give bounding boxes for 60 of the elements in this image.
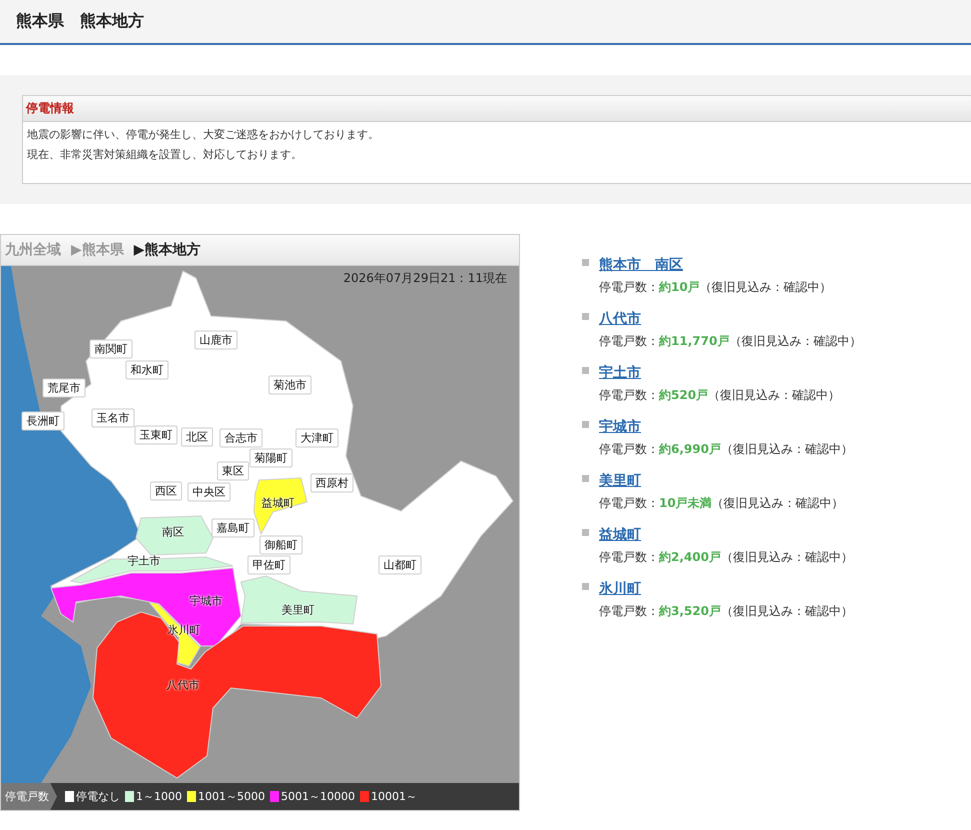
municipality-area[interactable] <box>254 477 308 536</box>
municipality-area[interactable]: 西区 <box>150 482 182 500</box>
notice-text: 現在、非常災害対策組織を設置し、対応しております。 <box>27 147 303 163</box>
municipality-area[interactable]: 甲佐町 <box>248 556 290 574</box>
legend-label: 1～1000 <box>136 789 182 804</box>
bullet-icon <box>582 421 589 428</box>
municipality-area[interactable]: 合志市 <box>220 428 262 448</box>
area-link[interactable]: 宇土市 <box>599 365 641 381</box>
municipality-area[interactable]: 玉東町 <box>134 426 178 444</box>
legend-title: 停電戸数 <box>1 783 57 810</box>
municipality-area[interactable]: 北区 <box>181 428 213 446</box>
municipality-area[interactable]: 菊陽町 <box>250 448 292 468</box>
municipality-area[interactable]: 南関町 <box>90 340 132 358</box>
area-link[interactable]: 八代市 <box>599 311 641 327</box>
breadcrumb-link[interactable]: ▶熊本地方 <box>134 241 201 259</box>
outage-count-text: 停電戸数：約10戸（復旧見込み：確認中） <box>599 279 832 296</box>
notice-text: 地震の影響に伴い、停電が発生し、大変ご迷惑をおかけしております。 <box>27 127 380 143</box>
municipality-area[interactable]: 菊池市 <box>268 376 312 394</box>
municipality-area[interactable]: 山鹿市 <box>194 330 238 350</box>
legend-label: 停電なし <box>76 789 120 804</box>
municipality-label: 宇城市 <box>190 594 222 608</box>
bullet-icon <box>582 583 589 590</box>
municipality-area[interactable]: 中央区 <box>188 482 230 502</box>
municipality-label: 宇土市 <box>128 554 160 568</box>
municipality-area[interactable]: 山都町 <box>378 556 422 574</box>
outage-count-text: 停電戸数：約2,400戸（復旧見込み：確認中） <box>599 549 853 566</box>
municipality-area[interactable]: 荒尾市 <box>42 378 86 398</box>
legend-label: 1001～5000 <box>198 789 265 804</box>
bullet-icon <box>582 529 589 536</box>
municipality-label: 益城町 <box>262 496 294 510</box>
municipality-area[interactable]: 西原村 <box>310 474 354 492</box>
bullet-icon <box>582 259 589 266</box>
area-link[interactable]: 宇城市 <box>599 419 641 435</box>
timestamp: 2026年07月29日21：11現在 <box>343 270 507 287</box>
outage-count-text: 停電戸数：約520戸（復旧見込み：確認中） <box>599 387 840 404</box>
municipality-area[interactable]: 大津町 <box>296 428 338 448</box>
outage-count-text: 停電戸数：10戸未満（復旧見込み：確認中） <box>599 495 844 512</box>
area-link[interactable]: 益城町 <box>599 527 641 543</box>
area-link[interactable]: 熊本市 南区 <box>599 257 683 273</box>
outage-count-text: 停電戸数：約3,520戸（復旧見込み：確認中） <box>599 603 853 620</box>
municipality-area[interactable]: 玉名市 <box>92 408 134 428</box>
municipality-area[interactable]: 御船町 <box>260 536 302 554</box>
notice-title: 停電情報 <box>23 96 971 122</box>
municipality-label: 八代市 <box>166 678 200 692</box>
page-title: 熊本県 熊本地方 <box>16 11 144 32</box>
legend-label: 5001～10000 <box>281 789 355 804</box>
bullet-icon <box>582 313 589 320</box>
area-link[interactable]: 氷川町 <box>599 581 641 597</box>
legend-label: 10001～ <box>371 789 417 804</box>
area-link[interactable]: 美里町 <box>599 473 641 489</box>
municipality-label: 美里町 <box>282 602 314 618</box>
municipality-area[interactable]: 東区 <box>217 462 249 480</box>
outage-count-text: 停電戸数：約6,990戸（復旧見込み：確認中） <box>599 441 853 458</box>
outage-count-text: 停電戸数：約11,770戸（復旧見込み：確認中） <box>599 333 862 350</box>
bullet-icon <box>582 367 589 374</box>
municipality-area[interactable]: 嘉島町 <box>212 518 254 538</box>
municipality-area[interactable]: 長洲町 <box>22 412 64 430</box>
bullet-icon <box>582 475 589 482</box>
municipality-label: 南区 <box>162 524 184 540</box>
municipality-area[interactable]: 和水町 <box>126 360 168 380</box>
